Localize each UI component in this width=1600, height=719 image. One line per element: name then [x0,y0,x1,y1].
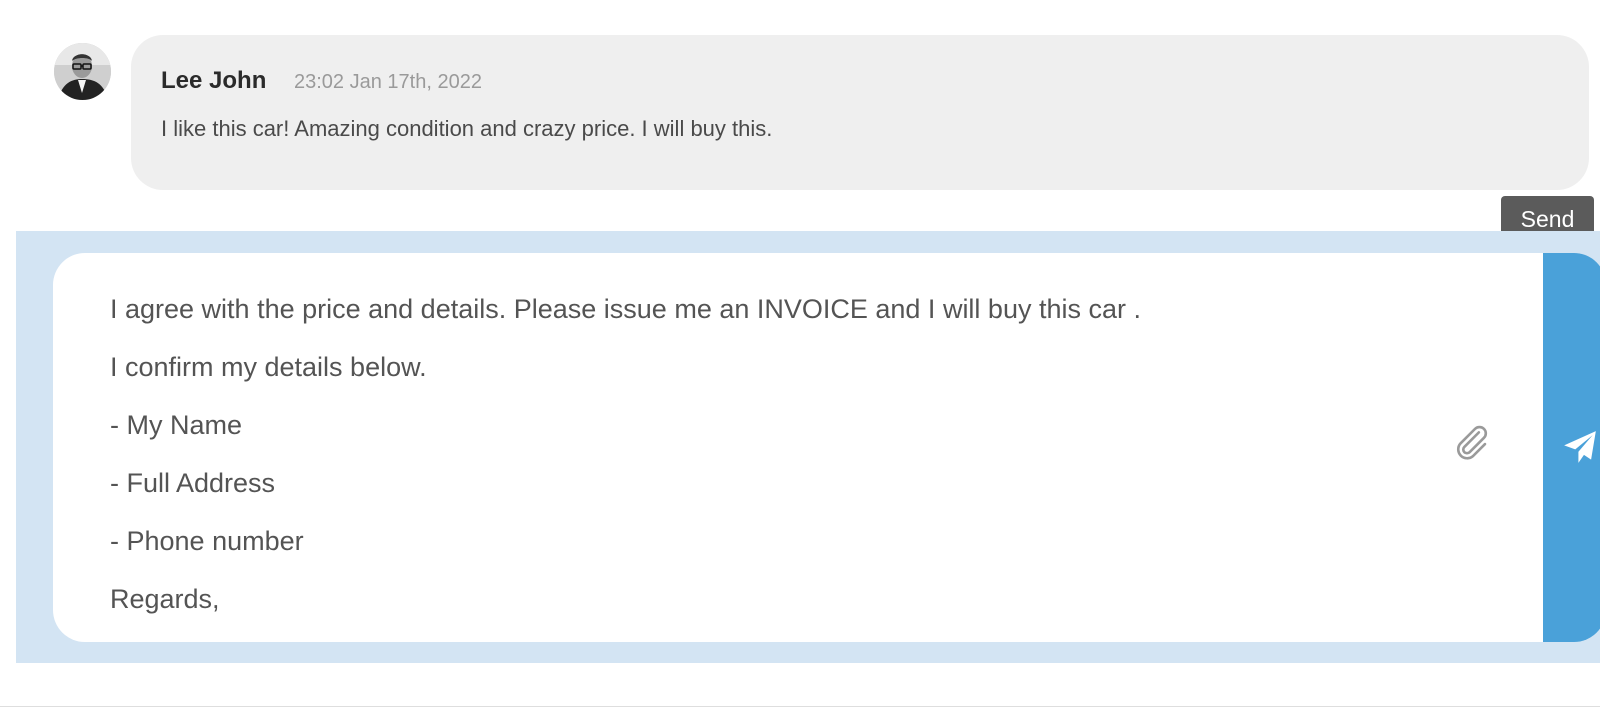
message-line: - My Name [110,410,243,440]
paperclip-icon [1456,425,1488,460]
reply-composer: I agree with the price and details. Plea… [16,231,1600,663]
message-line: - Full Address [110,468,276,498]
user-photo [54,43,111,100]
comment-timestamp: 23:02 Jan 17th, 2022 [294,71,482,93]
message-line: Regards, [110,584,220,614]
comment-bubble: Lee John 23:02 Jan 17th, 2022 I like thi… [131,35,1589,190]
message-input[interactable]: I agree with the price and details. Plea… [53,253,1473,642]
attach-file-button[interactable] [1450,421,1492,463]
paper-plane-icon [1564,431,1596,463]
divider [0,706,1600,707]
comment-text: I like this car! Amazing condition and c… [161,116,773,141]
comment-thread: Lee John 23:02 Jan 17th, 2022 I like thi… [0,0,1600,719]
message-line: I agree with the price and details. Plea… [110,294,1141,324]
avatar[interactable] [54,43,111,100]
send-tooltip-label: Send [1520,206,1575,232]
comment-author[interactable]: Lee John [161,67,266,95]
send-button[interactable] [1543,253,1600,642]
message-line: - Phone number [110,526,304,556]
composer-box: I agree with the price and details. Plea… [53,253,1600,642]
message-line: I confirm my details below. [110,352,427,382]
